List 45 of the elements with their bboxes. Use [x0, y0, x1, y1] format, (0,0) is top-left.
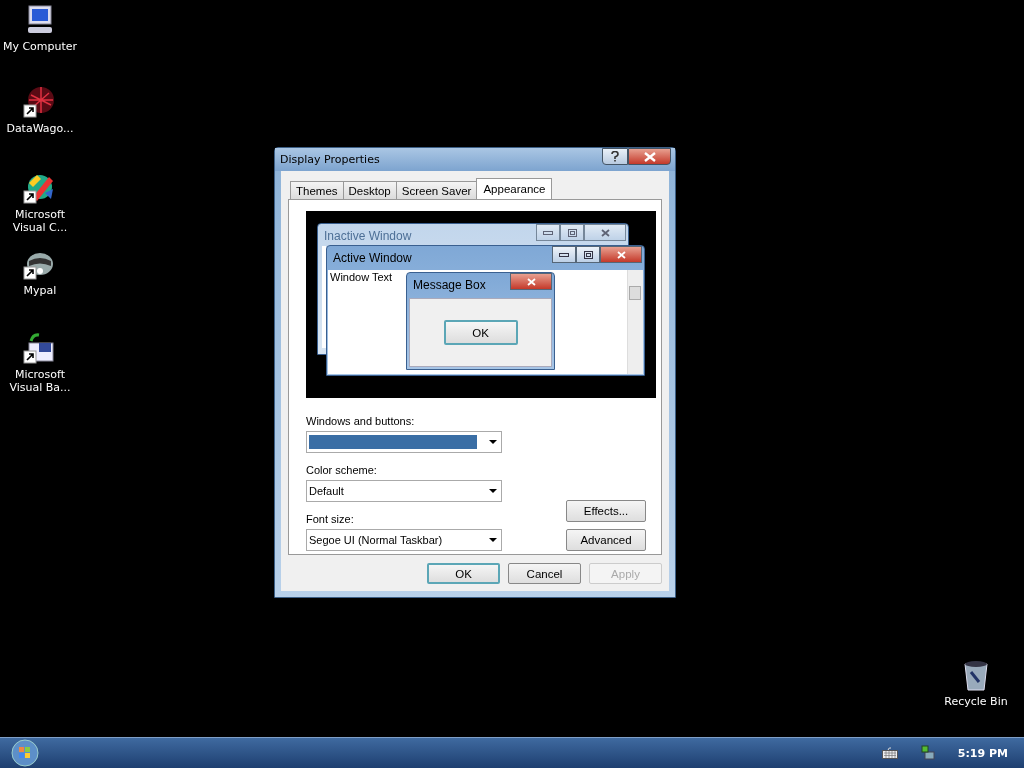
icon-label: DataWago... — [5, 122, 75, 135]
tab[interactable]: Screen Saver — [395, 181, 478, 199]
maximize-icon — [583, 250, 593, 259]
tab[interactable]: Themes — [290, 181, 344, 199]
minimize-icon — [543, 230, 553, 235]
close-button[interactable] — [628, 148, 671, 165]
minimize-icon — [559, 252, 569, 257]
window-title: Display Properties — [280, 153, 380, 166]
dropdown-arrow-icon — [489, 489, 497, 493]
close-icon — [600, 228, 610, 237]
dropdown[interactable]: Default — [306, 480, 502, 502]
close-icon — [616, 250, 626, 259]
dialog-button[interactable]: OK — [427, 563, 500, 584]
application-icon[interactable] — [23, 331, 57, 365]
start-button[interactable] — [11, 739, 39, 767]
close-icon — [526, 277, 536, 286]
help-button[interactable] — [602, 148, 628, 165]
icon-label: Mypal — [22, 284, 58, 297]
icon-label: Microsoft Visual Ba... — [8, 368, 72, 394]
question-mark-icon — [611, 151, 619, 162]
dropdown[interactable] — [306, 431, 502, 453]
icon-label: Microsoft Visual C... — [11, 208, 69, 234]
dialog-button[interactable]: Cancel — [508, 563, 581, 584]
tab[interactable]: Appearance — [476, 178, 553, 199]
window-title: Active Window — [333, 251, 412, 265]
window-title: Inactive Window — [324, 229, 412, 243]
clock[interactable]: 5:19 PM — [957, 746, 1008, 760]
dropdown-arrow-icon — [489, 440, 497, 444]
network-graph-icon[interactable] — [23, 85, 57, 119]
close-icon — [643, 151, 656, 162]
keyboard-icon[interactable] — [881, 747, 898, 759]
tab[interactable]: Desktop — [342, 181, 397, 199]
field-label: Color scheme: — [306, 464, 378, 477]
field-label: Font size: — [306, 513, 355, 526]
dialog-button[interactable]: Advanced — [566, 529, 646, 551]
icon-label: Recycle Bin — [943, 695, 1009, 708]
dropdown[interactable]: Segoe UI (Normal Taskbar) — [306, 529, 502, 551]
dialog-button[interactable]: Effects... — [566, 500, 646, 522]
dropdown-arrow-icon — [489, 538, 497, 542]
window-title: Message Box — [413, 278, 486, 292]
field-label: Windows and buttons: — [306, 415, 416, 428]
maximize-icon — [567, 228, 577, 237]
network-icon[interactable] — [919, 745, 936, 761]
icon-label: My Computer — [1, 40, 79, 53]
window-text: Window Text — [329, 270, 394, 285]
